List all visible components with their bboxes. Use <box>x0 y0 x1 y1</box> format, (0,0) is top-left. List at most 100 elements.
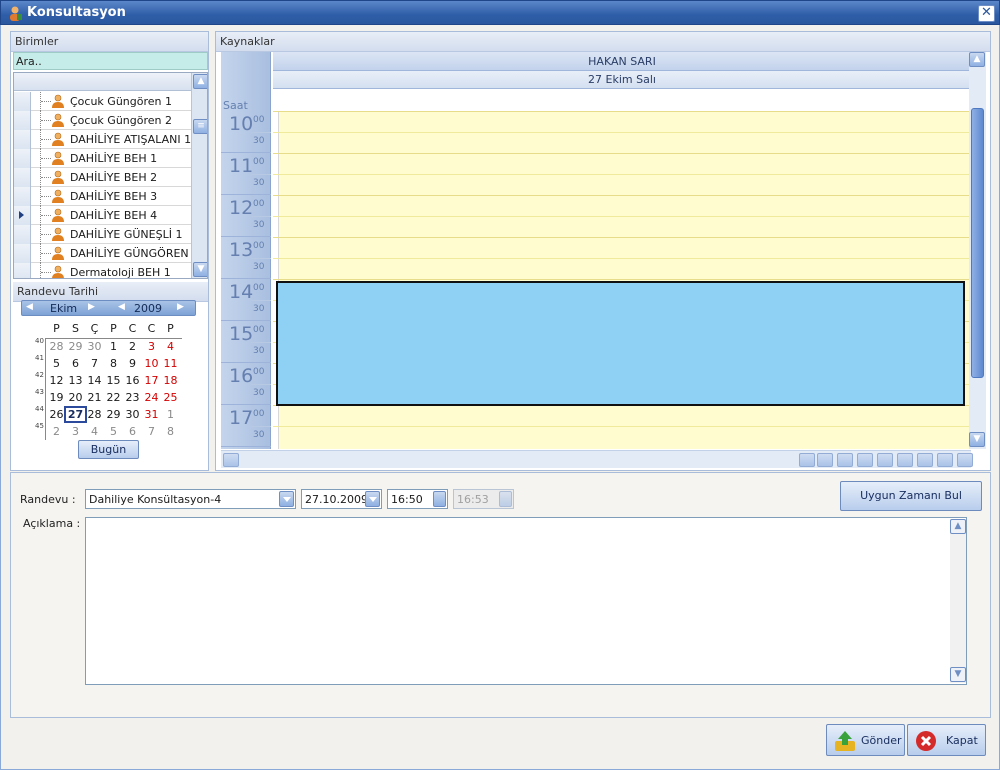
nav-prev-page-icon[interactable] <box>837 453 853 467</box>
calendar-day-today[interactable]: 27 <box>64 406 87 423</box>
list-item[interactable]: Çocuk Güngören 1 <box>14 92 191 111</box>
nav-last-icon[interactable] <box>917 453 933 467</box>
scheduler-vertical-scrollbar[interactable]: ▲ ▼ <box>969 52 986 449</box>
prev-month-icon[interactable]: ◀ <box>26 302 33 312</box>
calendar-day[interactable]: 30 <box>123 408 142 421</box>
calendar-day[interactable]: 6 <box>66 357 85 370</box>
row-selector[interactable] <box>14 130 31 149</box>
list-item[interactable]: Çocuk Güngören 2 <box>14 111 191 130</box>
calendar-day[interactable]: 2 <box>47 425 66 438</box>
list-item[interactable]: DAHİLİYE GÜNGÖREN 1 <box>14 244 199 263</box>
start-time-stepper[interactable]: 16:50 <box>387 489 448 509</box>
calendar-year[interactable]: 2009 <box>134 302 162 315</box>
chevron-down-icon[interactable] <box>279 491 294 507</box>
row-selector[interactable] <box>14 206 31 225</box>
nav-next-icon[interactable] <box>799 453 815 467</box>
scroll-left-icon[interactable] <box>223 453 239 467</box>
send-button[interactable]: Gönder <box>826 724 905 756</box>
next-month-icon[interactable]: ▶ <box>88 302 95 312</box>
calendar-day[interactable]: 1 <box>104 340 123 353</box>
calendar-day[interactable]: 23 <box>123 391 142 404</box>
close-button[interactable]: Kapat <box>907 724 986 756</box>
calendar-day[interactable]: 25 <box>161 391 180 404</box>
calendar-day[interactable]: 26 <box>47 408 66 421</box>
nav-first-icon[interactable] <box>817 453 833 467</box>
calendar-day[interactable]: 22 <box>104 391 123 404</box>
calendar-day[interactable]: 15 <box>104 374 123 387</box>
calendar-month[interactable]: Ekim <box>50 302 77 315</box>
spin-icon[interactable] <box>433 491 446 507</box>
list-item[interactable]: DAHİLİYE BEH 1 <box>14 149 191 168</box>
textarea-scrollbar[interactable]: ▲ ▼ <box>950 519 966 683</box>
calendar-day[interactable]: 9 <box>123 357 142 370</box>
calendar-day[interactable]: 24 <box>142 391 161 404</box>
remove-icon[interactable] <box>957 453 973 467</box>
list-item[interactable]: DAHİLİYE BEH 3 <box>14 187 191 206</box>
calendar-day[interactable]: 28 <box>85 408 104 421</box>
row-selector[interactable] <box>14 225 31 244</box>
calendar-day[interactable]: 6 <box>123 425 142 438</box>
scroll-down-icon[interactable]: ▼ <box>969 432 985 447</box>
window-close-button[interactable]: ✕ <box>978 5 995 22</box>
calendar-day[interactable]: 14 <box>85 374 104 387</box>
nav-next-page-icon[interactable] <box>897 453 913 467</box>
scroll-up-icon[interactable]: ▲ <box>969 52 985 67</box>
calendar-day[interactable]: 4 <box>161 340 180 353</box>
row-selector[interactable] <box>14 263 31 278</box>
nav-forward-icon[interactable] <box>877 453 893 467</box>
list-scrollbar[interactable]: ▲ ≡ ▼ <box>191 73 207 278</box>
prev-year-icon[interactable]: ◀ <box>118 302 125 312</box>
calendar-day[interactable]: 29 <box>104 408 123 421</box>
scroll-up-icon[interactable]: ▲ <box>950 519 966 534</box>
nav-prev-icon[interactable] <box>857 453 873 467</box>
calendar-day[interactable]: 7 <box>85 357 104 370</box>
calendar-day[interactable]: 17 <box>142 374 161 387</box>
calendar-day[interactable]: 21 <box>85 391 104 404</box>
appointment-block[interactable] <box>276 281 965 406</box>
calendar-day[interactable]: 5 <box>104 425 123 438</box>
calendar-day[interactable]: 11 <box>161 357 180 370</box>
birimler-search-input[interactable]: Ara.. <box>13 52 208 70</box>
scroll-down-icon[interactable]: ▼ <box>193 262 207 277</box>
calendar-day[interactable]: 3 <box>66 425 85 438</box>
aciklama-textarea[interactable]: ▲ ▼ <box>85 517 967 685</box>
add-icon[interactable] <box>937 453 953 467</box>
calendar-day[interactable]: 3 <box>142 340 161 353</box>
scroll-thumb[interactable]: ≡ <box>193 119 207 134</box>
calendar-day[interactable]: 29 <box>66 340 85 353</box>
calendar-day[interactable]: 28 <box>47 340 66 353</box>
calendar-day[interactable]: 31 <box>142 408 161 421</box>
find-slot-button[interactable]: Uygun Zamanı Bul <box>840 481 982 511</box>
date-picker[interactable]: 27.10.2009 <box>301 489 382 509</box>
randevu-select[interactable]: Dahiliye Konsültasyon-4 <box>85 489 296 509</box>
calendar-day[interactable]: 2 <box>123 340 142 353</box>
list-item[interactable]: DAHİLİYE GÜNEŞLİ 1 <box>14 225 191 244</box>
scroll-down-icon[interactable]: ▼ <box>950 667 966 682</box>
calendar-day[interactable]: 1 <box>161 408 180 421</box>
next-year-icon[interactable]: ▶ <box>177 302 184 312</box>
calendar-day[interactable]: 5 <box>47 357 66 370</box>
row-selector[interactable] <box>14 111 31 130</box>
today-button[interactable]: Bugün <box>78 440 139 459</box>
calendar-day[interactable]: 19 <box>47 391 66 404</box>
row-selector[interactable] <box>14 168 31 187</box>
calendar-day[interactable]: 12 <box>47 374 66 387</box>
row-selector[interactable] <box>14 149 31 168</box>
list-item[interactable]: Dermatoloji BEH 1 <box>14 263 191 278</box>
resource-header[interactable]: HAKAN SARI <box>273 52 971 71</box>
scroll-up-icon[interactable]: ▲ <box>193 74 207 89</box>
calendar-day[interactable]: 30 <box>85 340 104 353</box>
scroll-thumb[interactable] <box>971 108 984 378</box>
calendar-day[interactable]: 16 <box>123 374 142 387</box>
calendar-day[interactable]: 10 <box>142 357 161 370</box>
calendar-day[interactable]: 4 <box>85 425 104 438</box>
date-header[interactable]: 27 Ekim Salı <box>273 71 971 89</box>
chevron-down-icon[interactable] <box>365 491 380 507</box>
calendar-day[interactable]: 8 <box>104 357 123 370</box>
scheduler-horizontal-scrollbar[interactable] <box>221 450 973 468</box>
list-item[interactable]: DAHİLİYE ATIŞALANI 1 <box>14 130 191 149</box>
row-selector[interactable] <box>14 244 31 263</box>
row-selector[interactable] <box>14 92 31 111</box>
calendar-day[interactable]: 18 <box>161 374 180 387</box>
calendar-day[interactable]: 7 <box>142 425 161 438</box>
